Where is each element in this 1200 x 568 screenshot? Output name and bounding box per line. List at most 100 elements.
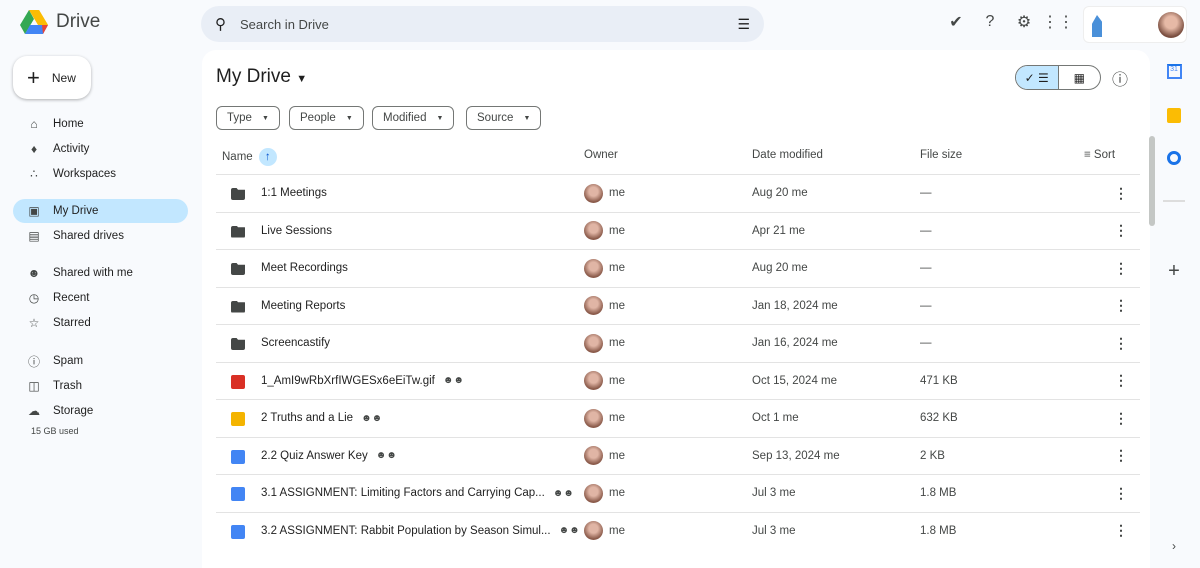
more-actions-icon[interactable]: ⋮ — [1114, 447, 1128, 464]
table-row[interactable]: Meet Recordings me Aug 20 me — ⋮ — [216, 249, 1140, 287]
ready-for-offline-icon[interactable]: ✔ — [946, 12, 966, 32]
drive-logo[interactable]: Drive — [20, 10, 100, 34]
expand-panel-icon[interactable]: › — [1163, 535, 1185, 557]
my-drive-icon: ▣ — [28, 204, 40, 218]
file-name[interactable]: Meeting Reports — [261, 300, 345, 312]
sidebar-item-my-drive[interactable]: ▣ My Drive — [13, 199, 188, 223]
column-owner[interactable]: Owner — [584, 149, 618, 161]
column-file-size[interactable]: File size — [920, 149, 962, 161]
info-icon[interactable]: ⓘ — [1110, 68, 1130, 89]
file-size: — — [920, 299, 932, 312]
shared-icon: ☻☻ — [442, 375, 464, 387]
file-name[interactable]: Screencastify — [261, 337, 330, 349]
filter-people[interactable]: People ▼ — [289, 106, 364, 130]
date-modified: Oct 15, 2024 me — [752, 374, 838, 387]
shared-icon: ☻☻ — [375, 450, 397, 462]
filter-type[interactable]: Type ▼ — [216, 106, 280, 130]
scrollbar[interactable] — [1149, 136, 1155, 226]
page-title[interactable]: My Drive ▼ — [216, 66, 307, 88]
file-name[interactable]: 1:1 Meetings — [261, 187, 327, 199]
file-size: — — [920, 224, 932, 237]
owner: me — [609, 299, 625, 312]
list-view-button[interactable]: ✓ ☰ — [1016, 66, 1059, 89]
sort-icon: ≡ — [1084, 149, 1091, 161]
file-name[interactable]: 3.1 ASSIGNMENT: Limiting Factors and Car… — [261, 487, 545, 499]
more-actions-icon[interactable]: ⋮ — [1114, 185, 1128, 202]
sidebar-item-starred[interactable]: ☆ Starred — [13, 311, 188, 335]
sidebar-item-shared-with-me[interactable]: ☻ Shared with me — [13, 261, 188, 285]
filter-modified[interactable]: Modified ▼ — [372, 106, 455, 130]
search-icon[interactable]: ⚲ — [215, 15, 226, 33]
sidebar-item-label: Activity — [53, 143, 90, 155]
table-row[interactable]: Screencastify me Jan 16, 2024 me — ⋮ — [216, 324, 1140, 362]
file-name[interactable]: 2 Truths and a Lie — [261, 412, 353, 424]
apps-icon[interactable]: ⋮⋮ — [1042, 12, 1074, 32]
search-bar[interactable]: ⚲ Search in Drive ☰ — [201, 6, 764, 42]
calendar-icon[interactable]: 31 — [1163, 60, 1185, 82]
file-name[interactable]: Meet Recordings — [261, 262, 348, 274]
help-icon[interactable]: ? — [980, 12, 1000, 32]
column-date-modified[interactable]: Date modified — [752, 149, 823, 161]
sort-button[interactable]: ≡ Sort — [1084, 149, 1115, 161]
more-actions-icon[interactable]: ⋮ — [1114, 335, 1128, 352]
sidebar-item-workspaces[interactable]: ∴ Workspaces — [13, 162, 188, 186]
file-name[interactable]: 1_AmI9wRbXrfIWGESx6eEiTw.gif — [261, 375, 435, 387]
sidebar-item-spam[interactable]: ⓘ Spam — [13, 349, 188, 373]
add-addon-icon[interactable]: + — [1163, 260, 1185, 282]
file-name[interactable]: Live Sessions — [261, 225, 332, 237]
app-name: Drive — [56, 11, 101, 32]
shared-folder-icon — [231, 338, 245, 350]
table-row[interactable]: 2 Truths and a Lie ☻☻ me Oct 1 me 632 KB … — [216, 399, 1140, 437]
search-input[interactable]: Search in Drive — [240, 17, 737, 32]
settings-icon[interactable]: ⚙ — [1014, 12, 1034, 32]
shared-folder-icon — [231, 188, 245, 200]
sort-arrow-up-icon[interactable]: ↑ — [258, 148, 277, 166]
sidebar-item-recent[interactable]: ◷ Recent — [13, 286, 188, 310]
sidebar-item-label: Shared drives — [53, 230, 124, 242]
more-actions-icon[interactable]: ⋮ — [1114, 222, 1128, 239]
more-actions-icon[interactable]: ⋮ — [1114, 522, 1128, 539]
filter-source[interactable]: Source ▼ — [466, 106, 542, 130]
tasks-icon[interactable] — [1163, 147, 1185, 169]
divider — [1163, 200, 1185, 202]
table-row[interactable]: Meeting Reports me Jan 18, 2024 me — ⋮ — [216, 286, 1140, 325]
more-actions-icon[interactable]: ⋮ — [1114, 372, 1128, 389]
shared-folder-icon — [231, 225, 245, 238]
sidebar-item-label: Home — [53, 118, 84, 130]
sidebar-item-storage[interactable]: ☁ Storage — [13, 399, 188, 423]
account-area[interactable] — [1083, 6, 1187, 43]
org-logo-icon — [1092, 15, 1102, 37]
owner-avatar — [584, 446, 603, 466]
table-row[interactable]: 3.2 ASSIGNMENT: Rabbit Population by Sea… — [216, 511, 1140, 550]
file-name[interactable]: 2.2 Quiz Answer Key — [261, 450, 368, 462]
table-row[interactable]: 1:1 Meetings me Aug 20 me — ⋮ — [216, 174, 1140, 212]
file-size: 632 KB — [920, 412, 958, 425]
more-actions-icon[interactable]: ⋮ — [1114, 260, 1128, 277]
owner-avatar — [584, 183, 603, 203]
table-row[interactable]: Live Sessions me Apr 21 me — ⋮ — [216, 211, 1140, 250]
column-name[interactable]: Name ↑ — [222, 148, 277, 166]
table-row[interactable]: 2.2 Quiz Answer Key ☻☻ me Sep 13, 2024 me… — [216, 436, 1140, 475]
sidebar-item-home[interactable]: ⌂ Home — [13, 112, 188, 136]
doc-file-icon — [231, 524, 245, 539]
grid-view-button[interactable]: ▦ — [1059, 66, 1101, 89]
keep-icon[interactable] — [1163, 104, 1185, 126]
search-options-icon[interactable]: ☰ — [737, 16, 750, 33]
sidebar-item-label: Trash — [53, 380, 82, 392]
more-actions-icon[interactable]: ⋮ — [1114, 485, 1128, 502]
view-toggle[interactable]: ✓ ☰ ▦ — [1015, 65, 1101, 90]
sidebar-item-trash[interactable]: ◫ Trash — [13, 374, 188, 398]
file-name[interactable]: 3.2 ASSIGNMENT: Rabbit Population by Sea… — [261, 525, 551, 537]
sidebar-item-shared-drives[interactable]: ▤ Shared drives — [13, 224, 188, 248]
new-button[interactable]: + New — [13, 56, 91, 99]
more-actions-icon[interactable]: ⋮ — [1114, 297, 1128, 314]
more-actions-icon[interactable]: ⋮ — [1114, 410, 1128, 427]
table-row[interactable]: 1_AmI9wRbXrfIWGESx6eEiTw.gif ☻☻ me Oct 15… — [216, 361, 1140, 400]
avatar[interactable] — [1158, 12, 1184, 38]
table-row[interactable]: 3.1 ASSIGNMENT: Limiting Factors and Car… — [216, 474, 1140, 512]
folder-icon — [231, 263, 245, 275]
owner: me — [609, 449, 625, 462]
doc-file-icon — [231, 449, 245, 464]
sidebar-item-activity[interactable]: ♦ Activity — [13, 137, 188, 161]
shared-icon: ☻☻ — [552, 487, 574, 499]
